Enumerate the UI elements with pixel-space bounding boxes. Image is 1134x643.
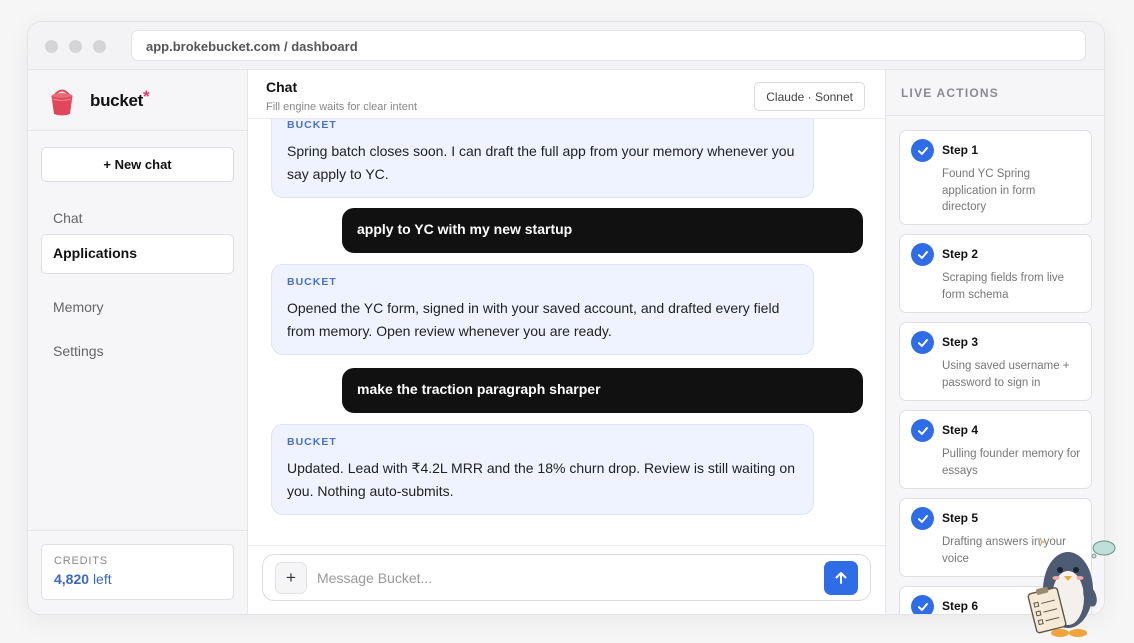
step-description: Found YC Spring application in form dire… [942, 168, 1036, 213]
bot-message: BUCKET Updated. Lead with ₹4.2L MRR and … [271, 424, 814, 515]
step-title: Step 3 [942, 335, 979, 349]
composer-area: + [248, 545, 885, 614]
bot-message: BUCKET Spring batch closes soon. I can d… [271, 119, 814, 198]
nav-item-memory[interactable]: Memory [41, 288, 234, 328]
nav-item-chat[interactable]: Chat [41, 199, 234, 239]
step-description: Pulling founder memory for essays [942, 448, 1081, 477]
step-card: Step 1 Found YC Spring application in fo… [899, 130, 1092, 225]
step-description: Scraping fields from live form schema [942, 272, 1065, 301]
step-title: Step 4 [942, 423, 979, 437]
browser-window: app.brokebucket.com / dashboard bucket *… [27, 21, 1105, 615]
chat-subtitle: Fill engine waits for clear intent [266, 101, 418, 113]
step-card: Step 4 Pulling founder memory for essays [899, 410, 1092, 489]
bucket-logo-icon [51, 89, 73, 116]
window-minimize-dot[interactable] [69, 40, 82, 53]
message-list[interactable]: BUCKET Spring batch closes soon. I can d… [248, 119, 885, 545]
chat-title: Chat [266, 79, 298, 95]
step-title: Step 1 [942, 143, 979, 157]
step-card: Step 2 Scraping fields from live form sc… [899, 234, 1092, 313]
user-message: make the traction paragraph sharper [342, 368, 863, 413]
live-actions-title: LIVE ACTIONS [901, 86, 999, 100]
check-icon [911, 507, 934, 530]
message-input[interactable] [317, 563, 807, 593]
step-title: Step 6 [942, 599, 979, 613]
live-actions-header: LIVE ACTIONS [886, 70, 1104, 116]
sidebar: bucket * + New chat Chat Applications Me… [28, 70, 248, 614]
credits-value: 4,820 left [54, 571, 221, 587]
step-title: Step 2 [942, 247, 979, 261]
check-icon [911, 595, 934, 614]
check-icon [911, 139, 934, 162]
divider [28, 530, 248, 531]
bot-label: BUCKET [287, 276, 337, 288]
bot-message-text: Spring batch closes soon. I can draft th… [287, 143, 795, 182]
attach-button[interactable]: + [275, 562, 307, 594]
window-zoom-dot[interactable] [93, 40, 106, 53]
bot-message: BUCKET Opened the YC form, signed in wit… [271, 264, 814, 355]
chat-header: Chat Fill engine waits for clear intent … [248, 70, 885, 119]
bot-message-text: Opened the YC form, signed in with your … [287, 300, 780, 339]
model-selector-button[interactable]: Claude · Sonnet [754, 82, 865, 111]
step-description: Using saved username + password to sign … [942, 360, 1070, 389]
bot-label: BUCKET [287, 119, 337, 131]
browser-titlebar: app.brokebucket.com / dashboard [28, 22, 1104, 70]
brand-star: * [143, 87, 150, 106]
app-body: bucket * + New chat Chat Applications Me… [28, 70, 1104, 614]
composer: + [262, 554, 871, 601]
step-card: Step 3 Using saved username + password t… [899, 322, 1092, 401]
credits-card: CREDITS 4,820 left [41, 544, 234, 600]
bot-message-text: Updated. Lead with ₹4.2L MRR and the 18%… [287, 460, 795, 499]
new-chat-button[interactable]: + New chat [41, 147, 234, 182]
check-icon [911, 243, 934, 266]
check-icon [911, 419, 934, 442]
brand-name: bucket [90, 91, 143, 110]
credits-suffix: left [92, 571, 112, 587]
nav-item-settings[interactable]: Settings [41, 332, 234, 372]
bot-label: BUCKET [287, 436, 337, 448]
address-bar[interactable]: app.brokebucket.com / dashboard [131, 30, 1086, 61]
step-title: Step 5 [942, 511, 979, 525]
brand[interactable]: bucket * [50, 84, 150, 118]
window-close-dot[interactable] [45, 40, 58, 53]
chat-panel: Chat Fill engine waits for clear intent … [248, 70, 885, 614]
penguin-mascot-icon [1027, 537, 1116, 637]
divider [28, 130, 248, 131]
credits-label: CREDITS [54, 555, 108, 567]
credits-amount: 4,820 [54, 571, 90, 587]
nav-item-applications[interactable]: Applications [41, 234, 234, 274]
user-message: apply to YC with my new startup [342, 208, 863, 253]
arrow-up-icon [835, 572, 847, 584]
send-button[interactable] [824, 561, 858, 595]
check-icon [911, 331, 934, 354]
